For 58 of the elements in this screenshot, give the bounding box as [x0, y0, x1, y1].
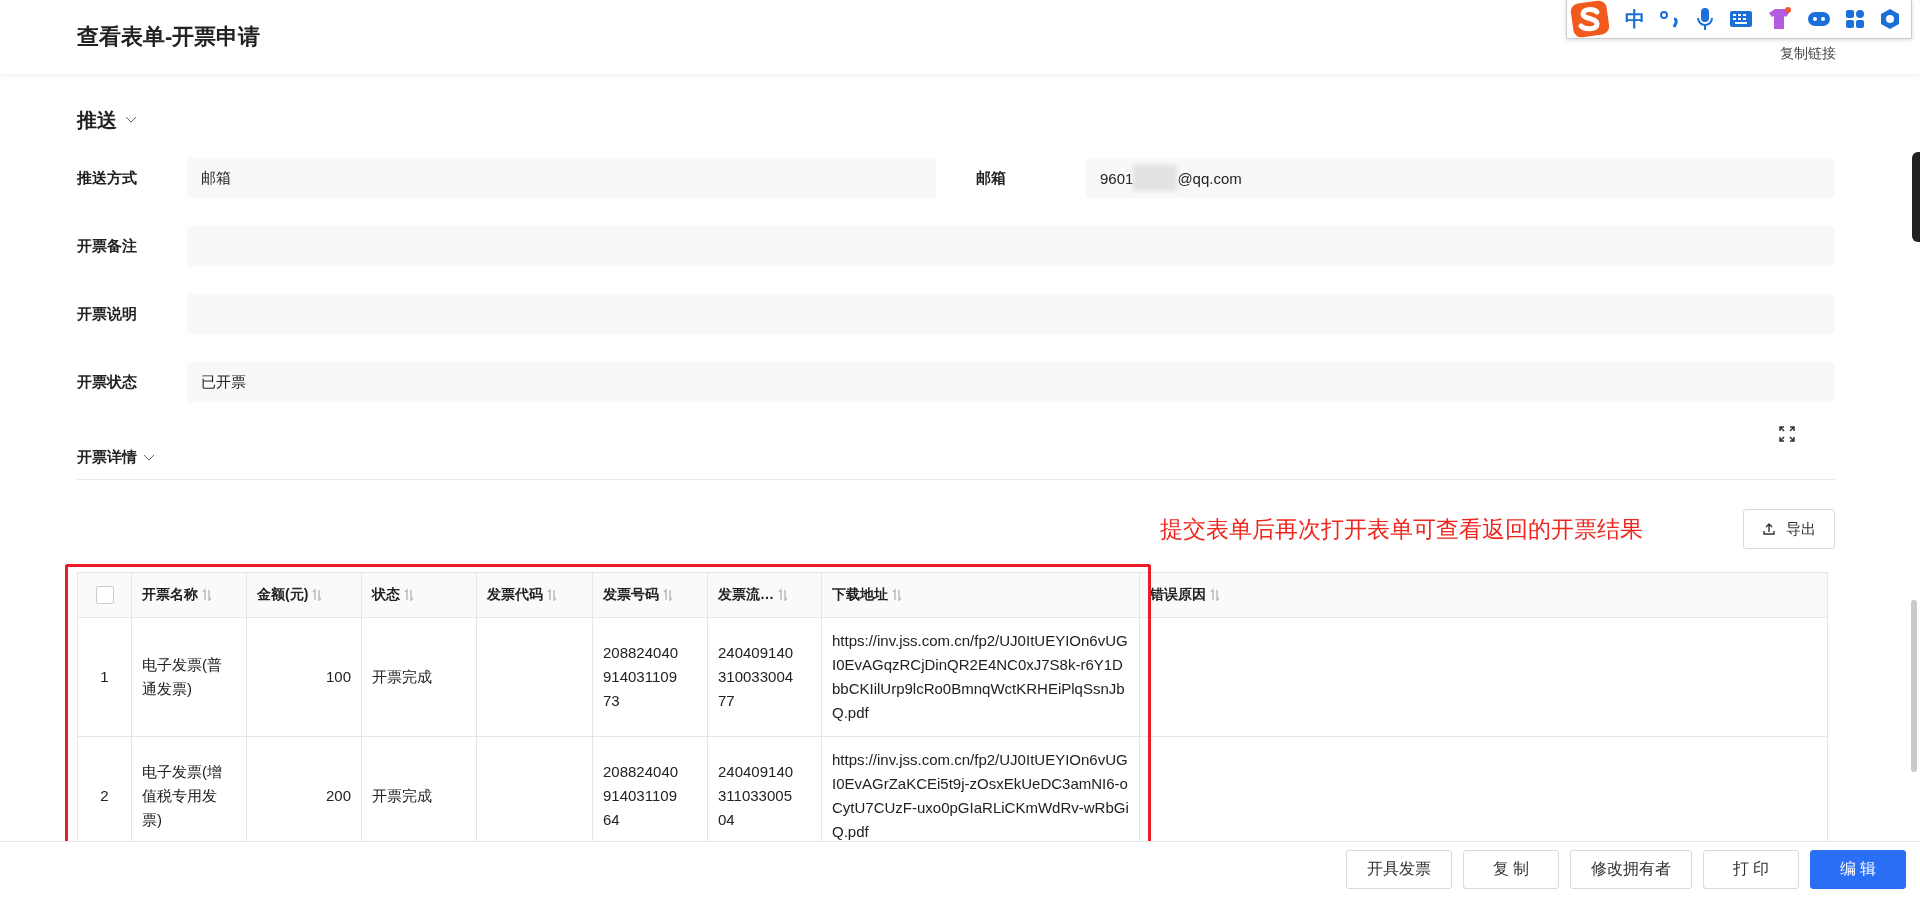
- section-title: 推送: [77, 107, 117, 133]
- field-label: 推送方式: [77, 168, 138, 188]
- s-logo-icon[interactable]: [1569, 0, 1611, 38]
- sort-icon[interactable]: [547, 589, 557, 601]
- page-title: 查看表单-开票申请: [77, 23, 261, 51]
- sort-icon[interactable]: [312, 589, 323, 601]
- sort-icon[interactable]: [202, 589, 212, 601]
- action-button[interactable]: 打 印: [1703, 850, 1799, 889]
- fullscreen-icon[interactable]: [1779, 426, 1795, 442]
- table-cell: https://inv.jss.com.cn/fp2/UJ0ItUEYIOn6vUGI0EvAGqzRCjDinQR2E4NC0xJ7S8k-r6Y1DbbCKIilUrp9lcRo0BmnqWctKRHEiPlqSsnJbQ.pdf: [821, 617, 1140, 737]
- column-header[interactable]: 错误原因: [1150, 586, 1206, 604]
- grid-icon[interactable]: [1845, 9, 1865, 29]
- column-header[interactable]: 发票流…: [718, 586, 774, 604]
- sort-icon[interactable]: [663, 589, 673, 601]
- column-header[interactable]: 金额(元): [257, 586, 309, 604]
- table-cell: 208824040914031109 73: [592, 617, 708, 737]
- field-label: 开票备注: [77, 236, 138, 256]
- column-header[interactable]: 状态: [372, 586, 400, 604]
- checkbox[interactable]: [95, 586, 114, 605]
- column-header[interactable]: 开票名称: [142, 586, 198, 604]
- row-number: 1: [77, 617, 132, 737]
- field-label: 邮箱: [976, 168, 1007, 188]
- keyboard-icon[interactable]: [1729, 9, 1753, 29]
- shirt-icon[interactable]: [1767, 7, 1793, 31]
- column-header[interactable]: 下载地址: [832, 586, 888, 604]
- chevron-icon[interactable]: [125, 116, 137, 124]
- sort-icon[interactable]: [892, 589, 902, 601]
- annotation-text: 提交表单后再次打开表单可查看返回的开票结果: [1160, 514, 1643, 544]
- copy-link[interactable]: 复制链接: [1780, 45, 1836, 63]
- action-button[interactable]: 复 制: [1463, 850, 1559, 889]
- microphone-icon[interactable]: [1695, 7, 1715, 31]
- input-mode-toggle[interactable]: 中: [1625, 5, 1645, 33]
- table-cell: 开票完成: [361, 617, 477, 737]
- action-button[interactable]: 修改拥有者: [1570, 850, 1692, 889]
- field-label: 开票状态: [77, 372, 138, 392]
- table-cell: 100: [246, 617, 362, 737]
- sort-icon[interactable]: [404, 589, 414, 601]
- gamepad-icon[interactable]: [1807, 9, 1831, 29]
- export-button[interactable]: 导出: [1743, 509, 1835, 549]
- settings-icon[interactable]: [1879, 8, 1901, 30]
- table-cell: 电子发票(普通发票): [131, 617, 247, 737]
- scrollbar-thumb[interactable]: [1911, 600, 1917, 772]
- chevron-icon[interactable]: [143, 453, 155, 462]
- punctuation-icon[interactable]: [1659, 9, 1681, 29]
- table-cell: 240409140310033004 77: [707, 617, 822, 737]
- sort-icon[interactable]: [1210, 589, 1220, 601]
- action-button[interactable]: 开具发票: [1346, 850, 1452, 889]
- sort-icon[interactable]: [778, 589, 788, 601]
- section-title: 开票详情: [77, 448, 137, 467]
- side-handle[interactable]: [1912, 152, 1920, 242]
- column-header[interactable]: 发票号码: [603, 586, 659, 604]
- input-field[interactable]: 邮箱: [187, 158, 936, 198]
- column-header[interactable]: 发票代码: [487, 586, 543, 604]
- input-field[interactable]: 9601 @qq.com: [1086, 158, 1835, 198]
- upload-icon: [1762, 522, 1776, 536]
- action-button[interactable]: 编 辑: [1810, 850, 1906, 889]
- input-field[interactable]: 已开票: [187, 362, 1835, 402]
- field-label: 开票说明: [77, 304, 138, 324]
